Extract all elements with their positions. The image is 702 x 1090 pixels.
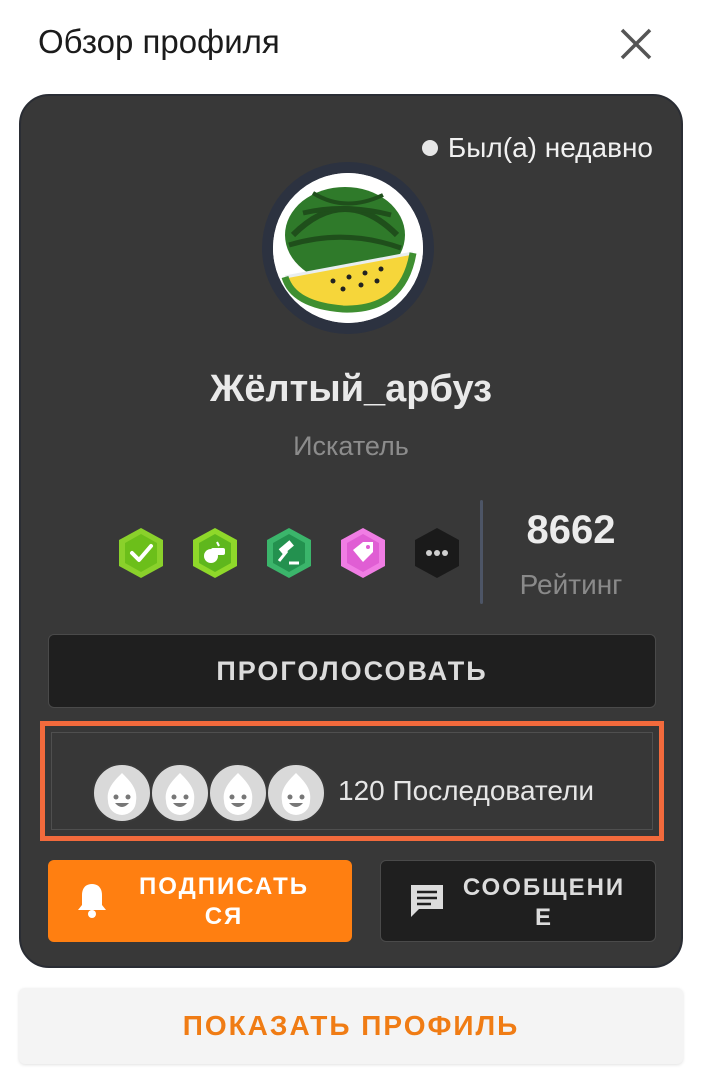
follower-avatars <box>92 763 326 823</box>
top-bar: Обзор профиля <box>0 0 702 90</box>
status-dot-icon <box>421 140 438 156</box>
rating-label: Рейтинг <box>519 569 623 600</box>
watermelon-avatar-image <box>273 173 423 323</box>
follower-avatar-icon <box>92 763 152 823</box>
follower-avatar-icon <box>150 763 210 823</box>
followers-section[interactable]: 120 Последователи <box>40 721 664 841</box>
followers-count: 120 Последователи <box>338 775 595 806</box>
online-status: Был(а) недавно <box>421 132 653 164</box>
status-text: Был(а) недавно <box>447 132 653 163</box>
profile-card: Был(а) недавно Жёлтый_арбуз Искатель 866… <box>19 94 683 968</box>
tag-badge-icon[interactable] <box>339 526 387 580</box>
gavel-badge-icon[interactable] <box>265 526 313 580</box>
rating-value: 8662 <box>526 508 616 552</box>
message-label: СООБЩЕНИЕ <box>462 874 626 931</box>
close-icon[interactable] <box>614 22 658 66</box>
avatar[interactable] <box>262 162 434 334</box>
check-badge-icon[interactable] <box>117 526 165 580</box>
message-button[interactable]: СООБЩЕНИЕ <box>380 860 656 942</box>
username: Жёлтый_арбуз <box>209 368 492 410</box>
follower-avatar-icon <box>208 763 268 823</box>
show-profile-button[interactable]: ПОКАЗАТЬ ПРОФИЛЬ <box>19 988 683 1064</box>
whistle-badge-icon[interactable] <box>191 526 239 580</box>
follower-avatar-icon <box>266 763 326 823</box>
more-badges-icon[interactable] <box>413 526 461 580</box>
followers-inner: 120 Последователи <box>51 732 653 830</box>
badge-list <box>117 526 461 580</box>
page-title: Обзор профиля <box>38 23 280 60</box>
rating-divider <box>480 500 483 604</box>
chat-icon <box>407 881 447 921</box>
subscribe-label: ПОДПИСАТЬСЯ <box>139 873 309 930</box>
user-role: Искатель <box>293 431 409 461</box>
vote-button[interactable]: ПРОГОЛОСОВАТЬ <box>48 634 656 708</box>
bell-icon <box>72 880 112 920</box>
subscribe-button[interactable]: ПОДПИСАТЬСЯ <box>48 860 352 942</box>
